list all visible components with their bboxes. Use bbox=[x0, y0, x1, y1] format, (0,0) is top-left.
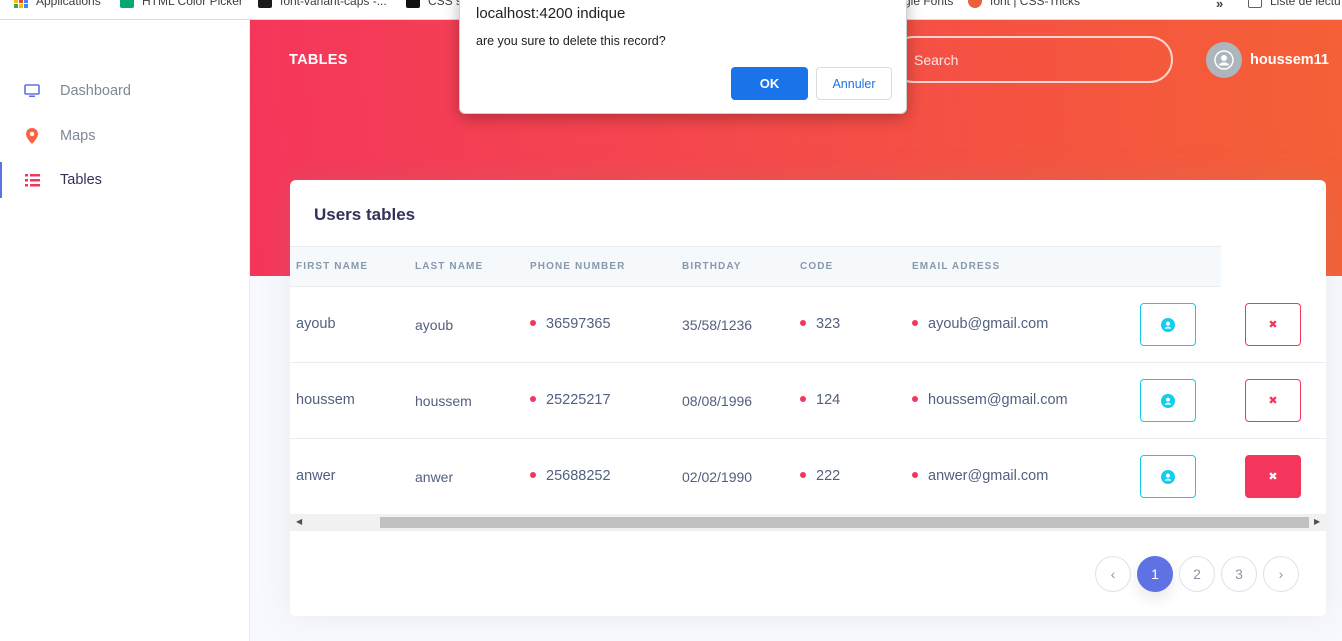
first-name-cell: anwer bbox=[296, 468, 336, 484]
page-title[interactable]: TABLES bbox=[289, 52, 348, 68]
table-row: houssem houssem 25225217 08/08/1996 124 … bbox=[290, 363, 1326, 439]
bookmark-icon bbox=[406, 0, 420, 8]
css-tricks-icon bbox=[968, 0, 982, 8]
column-header: EMAIL ADRESS bbox=[912, 261, 1001, 272]
sidebar: Dashboard Maps Tables bbox=[0, 20, 250, 641]
user-circle-icon bbox=[1161, 317, 1175, 332]
delete-user-button[interactable]: ✖ bbox=[1245, 379, 1301, 422]
delete-user-button[interactable]: ✖ bbox=[1245, 303, 1301, 346]
table-row: ayoub ayoub 36597365 35/58/1236 323 ayou… bbox=[290, 287, 1326, 363]
last-name-cell: ayoub bbox=[415, 317, 454, 333]
status-dot bbox=[800, 320, 806, 327]
bookmark-css-tricks[interactable]: font | CSS-Tricks bbox=[968, 0, 1080, 8]
status-dot bbox=[912, 320, 918, 327]
bookmark-applications[interactable]: Applications bbox=[14, 0, 101, 8]
username[interactable]: houssem11 bbox=[1250, 52, 1329, 68]
code-cell: 323 bbox=[800, 316, 840, 332]
dialog-message: are you sure to delete this record? bbox=[476, 34, 666, 48]
chevron-left-icon: ‹ bbox=[1110, 566, 1116, 582]
apps-grid-icon bbox=[14, 0, 28, 8]
pagination-page-2[interactable]: 2 bbox=[1179, 556, 1215, 592]
search-input[interactable] bbox=[890, 36, 1173, 83]
status-dot bbox=[530, 396, 536, 403]
reading-list-icon bbox=[1248, 0, 1262, 8]
bookmark-google-fonts[interactable]: gle Fonts bbox=[904, 0, 953, 8]
sidebar-item-maps[interactable]: Maps bbox=[0, 118, 250, 154]
status-dot bbox=[912, 396, 918, 403]
user-icon bbox=[1214, 50, 1234, 70]
scrollbar-thumb[interactable] bbox=[380, 517, 1309, 528]
phone-cell: 25688252 bbox=[530, 468, 611, 484]
pagination-prev-button[interactable]: ‹ bbox=[1095, 556, 1131, 592]
pin-icon bbox=[24, 128, 40, 144]
horizontal-scrollbar[interactable]: ◀ ▶ bbox=[290, 514, 1326, 531]
first-name-cell: ayoub bbox=[296, 316, 336, 332]
scroll-right-arrow-icon[interactable]: ▶ bbox=[1314, 517, 1320, 526]
view-user-button[interactable] bbox=[1140, 303, 1196, 346]
w3-icon bbox=[120, 0, 134, 8]
card-title: Users tables bbox=[314, 205, 416, 224]
status-dot bbox=[800, 396, 806, 403]
table-row: anwer anwer 25688252 02/02/1990 222 anwe… bbox=[290, 439, 1326, 515]
view-user-button[interactable] bbox=[1140, 455, 1196, 498]
phone-cell: 36597365 bbox=[530, 316, 611, 332]
column-header: FIRST NAME bbox=[296, 261, 369, 272]
email-cell: anwer@gmail.com bbox=[912, 468, 1048, 484]
ok-button[interactable]: OK bbox=[731, 67, 808, 100]
first-name-cell: houssem bbox=[296, 392, 355, 408]
code-cell: 222 bbox=[800, 468, 840, 484]
scroll-left-arrow-icon[interactable]: ◀ bbox=[296, 517, 302, 526]
status-dot bbox=[530, 320, 536, 327]
bookmark-html-color-picker[interactable]: HTML Color Picker bbox=[120, 0, 243, 8]
user-menu[interactable]: houssem11 bbox=[1206, 42, 1329, 78]
code-cell: 124 bbox=[800, 392, 840, 408]
dialog-title: localhost:4200 indique bbox=[476, 5, 626, 22]
column-header: BIRTHDAY bbox=[682, 261, 742, 272]
table-header: FIRST NAME LAST NAME PHONE NUMBER BIRTHD… bbox=[290, 246, 1221, 287]
close-icon: ✖ bbox=[1268, 319, 1278, 331]
phone-cell: 25225217 bbox=[530, 392, 611, 408]
last-name-cell: anwer bbox=[415, 469, 454, 485]
birthday-cell: 08/08/1996 bbox=[682, 393, 753, 409]
user-circle-icon bbox=[1161, 469, 1175, 484]
column-header: PHONE NUMBER bbox=[530, 261, 626, 272]
column-header: LAST NAME bbox=[415, 261, 484, 272]
sidebar-item-label: Maps bbox=[60, 128, 96, 144]
cancel-button[interactable]: Annuler bbox=[816, 67, 892, 100]
chevron-right-icon: › bbox=[1278, 566, 1284, 582]
more-bookmarks-button[interactable]: » bbox=[1216, 0, 1223, 11]
email-cell: houssem@gmail.com bbox=[912, 392, 1068, 408]
status-dot bbox=[800, 472, 806, 479]
confirm-dialog: localhost:4200 indique are you sure to d… bbox=[459, 0, 907, 114]
bookmark-font-variant-caps[interactable]: font-variant-caps -... bbox=[258, 0, 387, 8]
list-icon bbox=[24, 172, 40, 188]
sidebar-item-dashboard[interactable]: Dashboard bbox=[0, 73, 250, 109]
last-name-cell: houssem bbox=[415, 393, 472, 409]
view-user-button[interactable] bbox=[1140, 379, 1196, 422]
close-icon: ✖ bbox=[1268, 395, 1278, 407]
bookmark-css[interactable]: CSS s bbox=[406, 0, 462, 8]
pagination-page-3[interactable]: 3 bbox=[1221, 556, 1257, 592]
mdn-icon bbox=[258, 0, 272, 8]
monitor-icon bbox=[24, 83, 40, 99]
column-header: CODE bbox=[800, 261, 834, 272]
pagination-page-1[interactable]: 1 bbox=[1137, 556, 1173, 592]
sidebar-item-label: Tables bbox=[60, 172, 102, 188]
close-icon: ✖ bbox=[1268, 471, 1278, 483]
email-cell: ayoub@gmail.com bbox=[912, 316, 1048, 332]
pagination-next-button[interactable]: › bbox=[1263, 556, 1299, 592]
avatar[interactable] bbox=[1206, 42, 1242, 78]
birthday-cell: 02/02/1990 bbox=[682, 469, 753, 485]
status-dot bbox=[530, 472, 536, 479]
birthday-cell: 35/58/1236 bbox=[682, 317, 753, 333]
status-dot bbox=[912, 472, 918, 479]
sidebar-item-tables[interactable]: Tables bbox=[0, 162, 250, 198]
reading-list-button[interactable]: Liste de lectu bbox=[1248, 0, 1341, 8]
delete-user-button[interactable]: ✖ bbox=[1245, 455, 1301, 498]
users-table-card: Users tables FIRST NAME LAST NAME PHONE … bbox=[290, 180, 1326, 616]
sidebar-item-label: Dashboard bbox=[60, 83, 131, 99]
user-circle-icon bbox=[1161, 393, 1175, 408]
